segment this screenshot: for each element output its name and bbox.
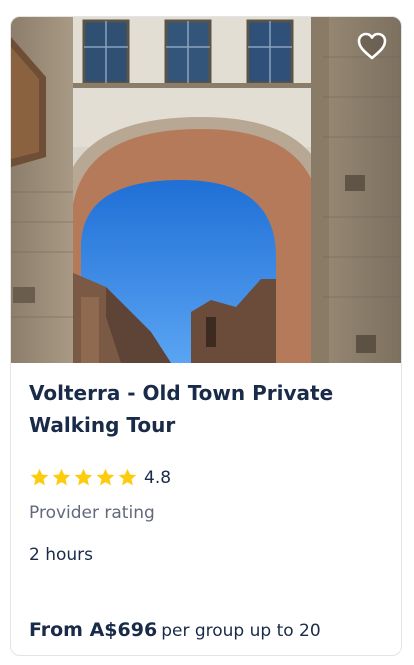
star-icon: [96, 468, 115, 486]
rating-score: 4.8: [144, 467, 172, 488]
star-icon: [74, 468, 93, 486]
card-body: Volterra - Old Town Private Walking Tour…: [29, 363, 385, 641]
price: From A$696: [29, 619, 158, 641]
price-row: From A$696 per group up to 20: [29, 619, 321, 641]
tour-card[interactable]: Volterra - Old Town Private Walking Tour…: [10, 16, 402, 656]
price-unit: per group up to 20: [161, 621, 321, 641]
star-icon: [52, 468, 71, 486]
rating-row: 4.8: [29, 467, 171, 488]
tour-photo[interactable]: [11, 17, 401, 363]
tour-duration: 2 hours: [29, 545, 94, 565]
star-icon: [118, 468, 137, 486]
star-rating: [29, 467, 138, 488]
tour-title[interactable]: Volterra - Old Town Private Walking Tour: [29, 377, 385, 441]
wishlist-heart-icon[interactable]: [355, 29, 389, 63]
star-icon: [30, 468, 49, 486]
rating-label: Provider rating: [29, 503, 155, 523]
